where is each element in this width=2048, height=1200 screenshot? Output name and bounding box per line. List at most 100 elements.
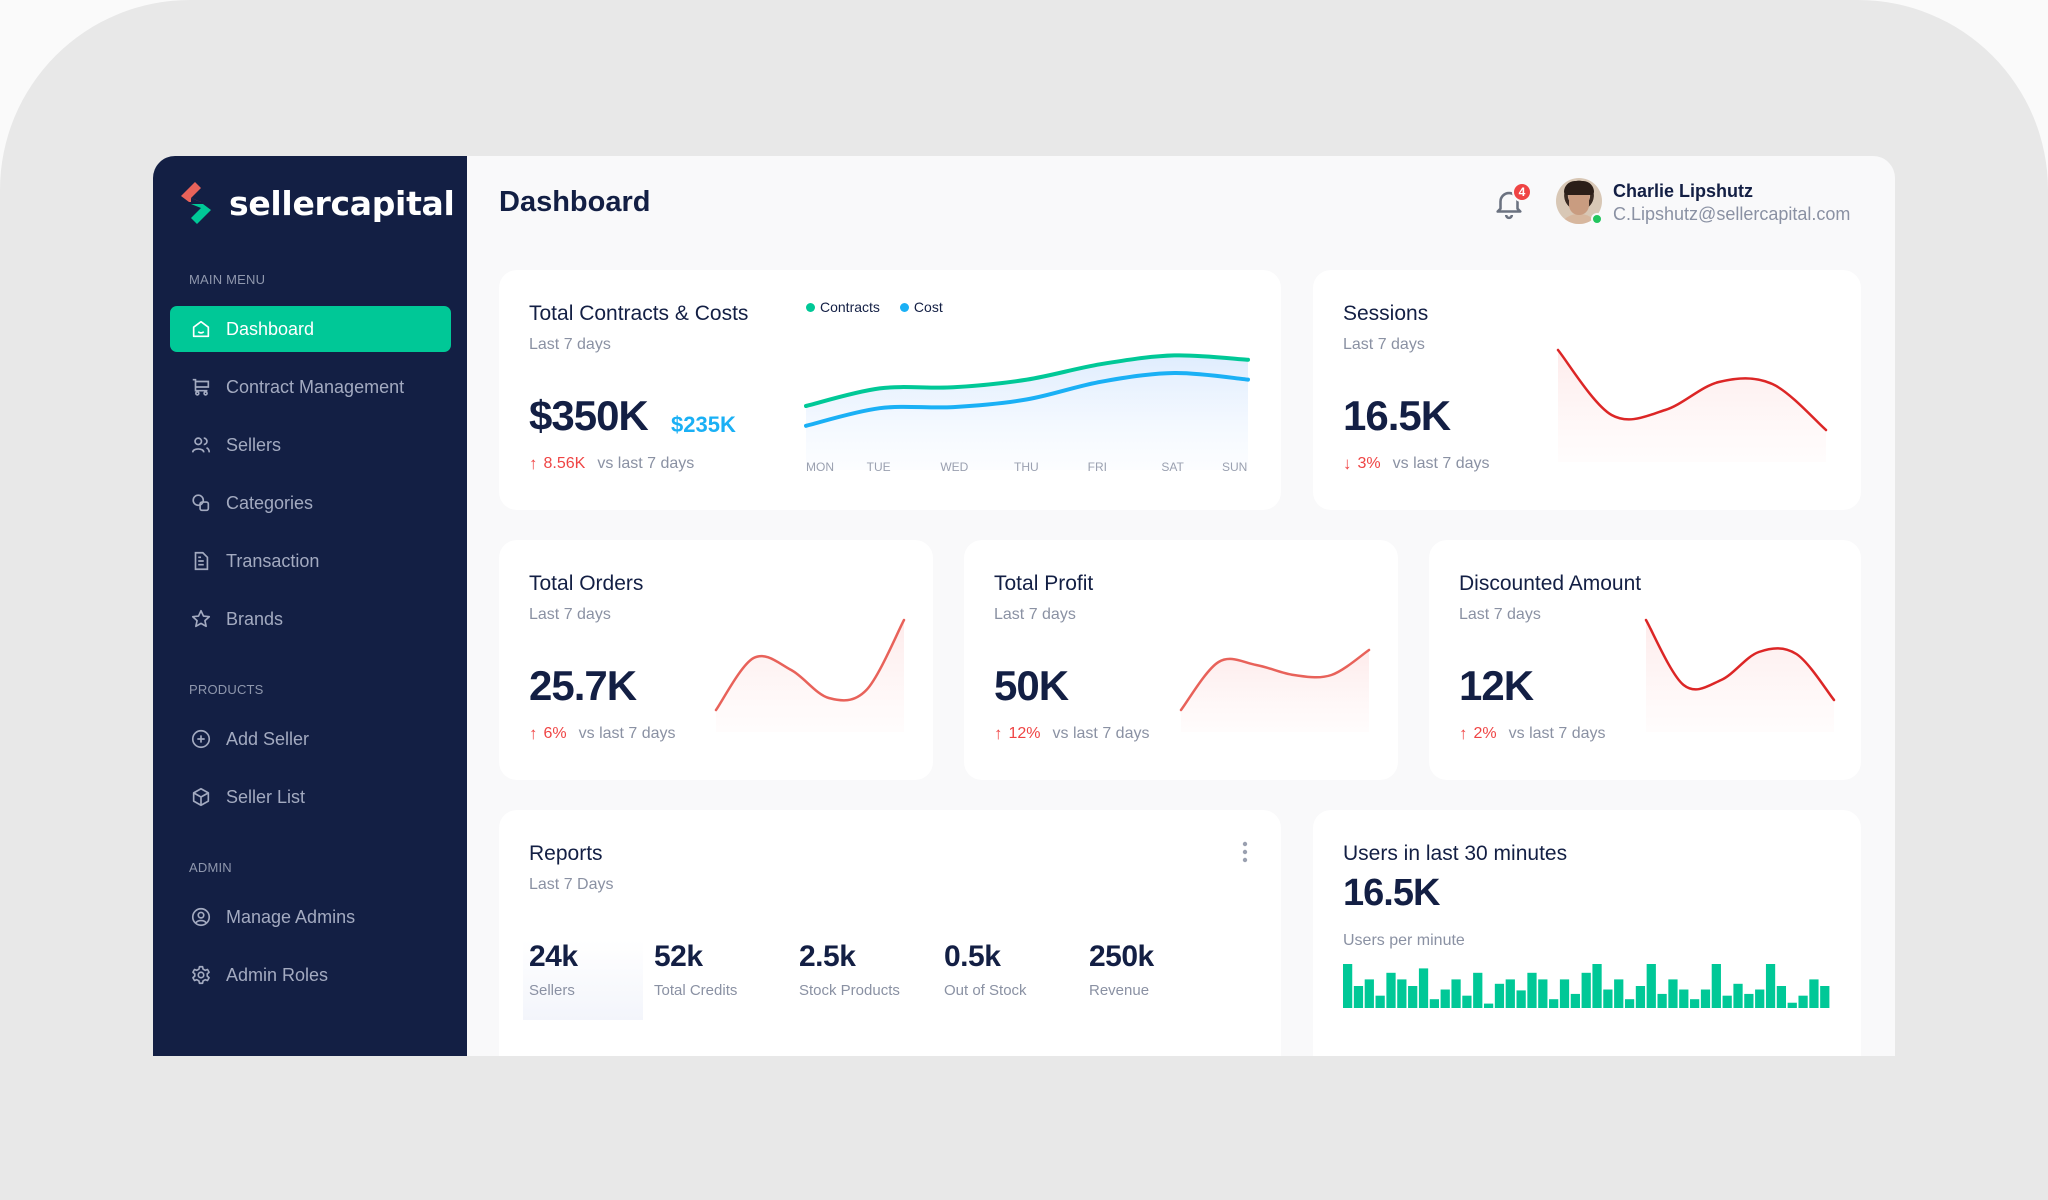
bar	[1592, 964, 1602, 1008]
bar	[1538, 979, 1548, 1008]
card-title: Total Orders	[529, 572, 644, 595]
sidebar-item-admin-roles[interactable]: Admin Roles	[170, 952, 451, 998]
card-trend: ↑ 12% vs last 7 days	[994, 724, 1149, 744]
sidebar: sellercapital MAIN MENU Dashboard Contra…	[153, 156, 467, 1056]
sessions-sparkline	[1556, 348, 1828, 462]
bar	[1581, 972, 1591, 1008]
sidebar-item-label: Brands	[226, 608, 284, 629]
bar	[1440, 989, 1450, 1008]
profit-sparkline	[1179, 648, 1371, 732]
bar	[1429, 999, 1439, 1008]
sidebar-item-dashboard[interactable]: Dashboard	[170, 306, 451, 352]
bar	[1603, 989, 1613, 1008]
bar	[1820, 986, 1830, 1008]
sidebar-item-add-seller[interactable]: Add Seller	[170, 716, 451, 762]
contracts-costs-chart	[804, 353, 1250, 470]
trend-text: vs last 7 days	[1392, 455, 1490, 472]
card-title: Users in last 30 minutes	[1343, 842, 1568, 865]
report-stat-value: 0.5k	[944, 940, 1001, 973]
card-title: Discounted Amount	[1459, 572, 1642, 595]
sidebar-item-categories[interactable]: Categories	[170, 480, 451, 526]
brand-logo[interactable]: sellercapital	[175, 178, 455, 228]
card-title: Sessions	[1343, 302, 1429, 325]
bar	[1473, 972, 1483, 1008]
bar	[1646, 964, 1656, 1008]
sparkline-area	[1646, 620, 1834, 732]
report-stat-stock-products[interactable]: 2.5k Stock Products	[799, 940, 919, 1020]
report-stat-value: 52k	[654, 940, 703, 973]
bar	[1635, 986, 1646, 1008]
card-total-contracts-costs: Total Contracts & Costs Last 7 days $350…	[499, 270, 1281, 510]
trend-delta: 8.56K	[543, 455, 586, 472]
card-value: 12K	[1459, 662, 1534, 709]
user-name: Charlie Lipshutz	[1613, 181, 1754, 201]
bar	[1722, 995, 1732, 1008]
bar	[1657, 993, 1667, 1008]
discounted-sparkline	[1644, 618, 1836, 732]
star-icon	[191, 609, 211, 628]
card-trend: ↑ 6% vs last 7 days	[529, 724, 676, 744]
bar	[1700, 989, 1711, 1008]
bar	[1462, 995, 1472, 1008]
bar	[1679, 989, 1689, 1008]
user-email: C.Lipshutz@sellercapital.com	[1613, 204, 1851, 224]
card-value: 16.5K	[1343, 392, 1451, 439]
card-subtitle: Last 7 days	[529, 336, 611, 353]
card-title: Total Contracts & Costs	[529, 302, 749, 325]
bar	[1549, 999, 1559, 1008]
arrow-up-icon: ↑	[529, 454, 538, 473]
card-secondary-value: $235K	[671, 412, 736, 437]
bar	[1397, 979, 1407, 1008]
legend-label-cost: Cost	[913, 299, 943, 315]
report-stat-label: Out of Stock	[944, 982, 1027, 999]
arrow-up-icon: ↑	[529, 724, 538, 743]
notification-badge: 4	[1512, 182, 1532, 202]
sidebar-item-transaction[interactable]: Transaction	[170, 538, 451, 584]
bar	[1516, 990, 1526, 1008]
card-subtitle: Last 7 Days	[529, 876, 614, 893]
sparkline-area	[1181, 650, 1369, 732]
bar	[1527, 972, 1537, 1008]
bar	[1364, 979, 1374, 1008]
bar	[1765, 964, 1776, 1008]
bar	[1711, 964, 1721, 1008]
legend-label-contracts: Contracts	[820, 299, 880, 315]
sidebar-item-sellers[interactable]: Sellers	[170, 422, 451, 468]
report-stat-total-credits[interactable]: 52k Total Credits	[654, 940, 774, 1020]
sidebar-item-manage-admins[interactable]: Manage Admins	[170, 894, 451, 940]
report-stat-value: 250k	[1089, 940, 1154, 973]
card-reports: Reports Last 7 Days 24k Sellers 52k Tota…	[499, 810, 1281, 1056]
report-stat-out-of-stock[interactable]: 0.5k Out of Stock	[944, 940, 1064, 1020]
bar	[1733, 983, 1743, 1008]
sidebar-item-brands[interactable]: Brands	[170, 596, 451, 642]
more-vertical-icon[interactable]	[1239, 840, 1251, 866]
sidebar-item-contract-management[interactable]: Contract Management	[170, 364, 451, 410]
bar	[1624, 999, 1635, 1008]
bar	[1798, 995, 1808, 1008]
report-stat-label: Revenue	[1089, 982, 1150, 999]
x-tick-label: FRI	[1087, 460, 1107, 474]
app-window: sellercapital MAIN MENU Dashboard Contra…	[153, 156, 1895, 1056]
trend-text: vs last 7 days	[1052, 725, 1150, 742]
legend-dot-cost	[899, 302, 909, 312]
section-label-products: PRODUCTS	[189, 682, 264, 697]
page-title: Dashboard	[499, 186, 651, 218]
arrow-up-icon: ↑	[1459, 724, 1468, 743]
card-users-last-30-minutes: Users in last 30 minutes 16.5K Users per…	[1313, 810, 1861, 1056]
trend-text: vs last 7 days	[597, 455, 695, 472]
card-subtitle: Last 7 days	[529, 606, 611, 623]
x-tick-label: TUE	[866, 460, 891, 474]
report-stat-revenue[interactable]: 250k Revenue	[1089, 940, 1209, 1020]
bar	[1483, 1003, 1494, 1008]
sidebar-item-seller-list[interactable]: Seller List	[170, 774, 451, 820]
arrow-down-icon: ↓	[1343, 454, 1352, 473]
plus-circle-icon	[191, 729, 211, 749]
x-tick-label: SUN	[1222, 460, 1248, 474]
user-circle-icon	[191, 907, 211, 927]
x-tick-label: WED	[940, 460, 969, 474]
card-value: 25.7K	[529, 662, 637, 709]
bar	[1343, 964, 1353, 1008]
categories-icon	[192, 494, 210, 512]
report-stat-sellers[interactable]: 24k Sellers	[523, 940, 643, 1020]
report-stat-label: Sellers	[529, 982, 575, 999]
